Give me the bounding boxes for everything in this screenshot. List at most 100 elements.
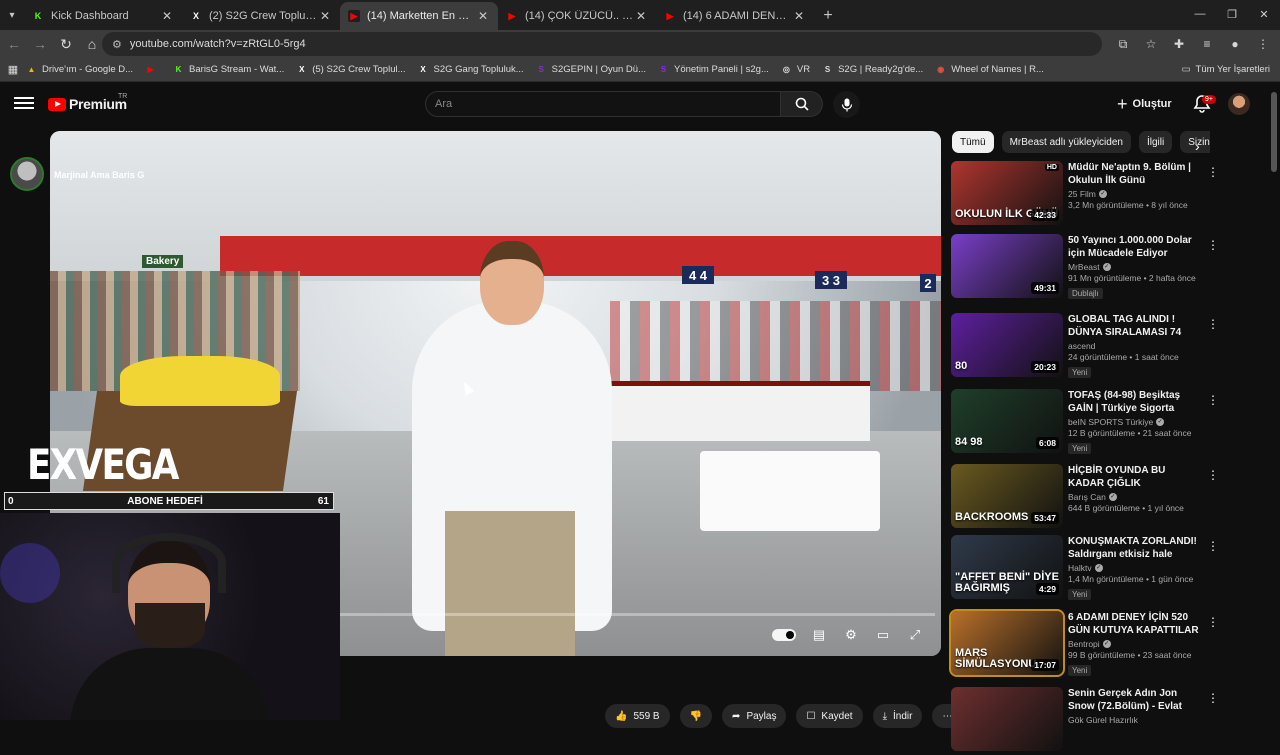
share-button[interactable]: ➦ Paylaş bbox=[722, 704, 787, 728]
bookmark-item[interactable]: S S2GEPIN | Oyun Dü... bbox=[536, 64, 646, 75]
recommendation-item[interactable]: 80 20:23 GLOBAL TAG ALINDI ! DÜNYA SIRALAM… bbox=[951, 313, 1219, 381]
profile-icon[interactable]: ● bbox=[1224, 32, 1246, 56]
voice-search-button[interactable] bbox=[833, 91, 860, 118]
channel-name[interactable]: Halktv bbox=[1068, 563, 1092, 573]
recommendation-thumbnail[interactable] bbox=[951, 687, 1063, 751]
more-options-icon[interactable]: ⋮ bbox=[1207, 393, 1219, 407]
recommendation-title[interactable]: TOFAŞ (84-98) Beşiktaş GAİN | Türkiye Si… bbox=[1068, 389, 1204, 415]
recommendation-title[interactable]: HİÇBİR OYUNDA BU KADAR ÇIĞLIK ATMAMIŞTIM… bbox=[1068, 464, 1204, 490]
download-button[interactable]: ⤓ İndir bbox=[872, 704, 923, 728]
install-app-icon[interactable]: ⧉ bbox=[1112, 32, 1134, 56]
forward-icon[interactable]: → bbox=[28, 32, 52, 56]
recommendation-thumbnail[interactable]: MARS SİMÜLASYONU 17:07 bbox=[949, 609, 1065, 677]
browser-tab[interactable]: K Kick Dashboard ✕ bbox=[24, 2, 182, 30]
page-scrollbar[interactable] bbox=[1271, 92, 1277, 172]
tab-search-icon[interactable]: ▾ bbox=[0, 0, 24, 30]
recommendation-thumbnail[interactable]: "AFFET BENİ" DİYE BAĞIRMIŞ 4:29 bbox=[951, 535, 1063, 599]
recommendation-thumbnail[interactable]: 80 20:23 bbox=[951, 313, 1063, 377]
chips-next-icon[interactable]: › bbox=[1195, 138, 1200, 154]
account-avatar[interactable] bbox=[1228, 93, 1250, 115]
new-tab-icon[interactable]: + bbox=[814, 2, 842, 30]
extensions-icon[interactable]: ✚ bbox=[1168, 32, 1190, 56]
tab-close-icon[interactable]: ✕ bbox=[634, 9, 648, 23]
dislike-button[interactable]: 👎 bbox=[679, 704, 713, 728]
bookmark-item[interactable]: S Yönetim Paneli | s2g... bbox=[658, 64, 769, 75]
bookmark-item[interactable]: ◉ Wheel of Names | R... bbox=[935, 64, 1044, 75]
recommendation-title[interactable]: Müdür Ne'aptın 9. Bölüm | Okulun İlk Gün… bbox=[1068, 161, 1204, 187]
more-options-icon[interactable]: ⋮ bbox=[1207, 468, 1219, 482]
reading-list-icon[interactable]: ≡ bbox=[1196, 32, 1218, 56]
more-options-icon[interactable]: ⋮ bbox=[1207, 615, 1219, 629]
channel-name[interactable]: 25 Film bbox=[1068, 189, 1096, 199]
filter-chip[interactable]: Tümü bbox=[952, 131, 994, 153]
bookmark-item[interactable]: X S2G Gang Topluluk... bbox=[418, 64, 523, 75]
minimize-icon[interactable]: — bbox=[1184, 0, 1216, 28]
recommendation-thumbnail[interactable]: 84 98 6:08 bbox=[951, 389, 1063, 453]
tab-close-icon[interactable]: ✕ bbox=[476, 9, 490, 23]
like-button[interactable]: 👍 559 B bbox=[605, 704, 670, 728]
channel-name[interactable]: Gök Gürel Hazırlık bbox=[1068, 715, 1138, 725]
channel-name[interactable]: MrBeast bbox=[1068, 262, 1100, 272]
browser-tab[interactable]: X (2) S2G Crew Topluluk / X✕ bbox=[182, 2, 340, 30]
browser-tab[interactable]: ▶ (14) 6 ADAMI DENEY İÇİN 520✕ bbox=[656, 2, 814, 30]
recommendation-title[interactable]: 50 Yayıncı 1.000.000 Dolar için Mücadele… bbox=[1068, 234, 1204, 260]
reload-icon[interactable]: ↻ bbox=[54, 32, 78, 56]
search-button[interactable] bbox=[781, 91, 823, 117]
site-info-icon[interactable]: ⚙ bbox=[112, 38, 122, 51]
apps-icon[interactable]: ▦ bbox=[0, 63, 26, 76]
recommendation-thumbnail[interactable]: 49:31 bbox=[951, 234, 1063, 298]
browser-tab[interactable]: ▶ (14) ÇOK ÜZÜCÜ.. Türkiye'de Y✕ bbox=[498, 2, 656, 30]
tab-close-icon[interactable]: ✕ bbox=[160, 9, 174, 23]
youtube-logo[interactable]: Premium TR bbox=[48, 93, 127, 112]
theater-mode-icon[interactable]: ▭ bbox=[874, 626, 892, 644]
recommendation-item[interactable]: OKULUN İLK GÜNÜ HD 42:33 Müdür Ne'aptın 9. … bbox=[951, 161, 1219, 229]
back-icon[interactable]: ← bbox=[2, 32, 26, 56]
recommendation-item[interactable]: 84 98 6:08 TOFAŞ (84-98) Beşiktaş GAİN | T… bbox=[951, 389, 1219, 457]
recommendation-item[interactable]: "AFFET BENİ" DİYE BAĞIRMIŞ 4:29 KONUŞMAKTA… bbox=[951, 535, 1219, 603]
recommendation-title[interactable]: KONUŞMAKTA ZORLANDI! Saldırganı etkisiz … bbox=[1068, 535, 1204, 561]
recommendation-title[interactable]: 6 ADAMI DENEY İÇİN 520 GÜN KUTUYA KAPATT… bbox=[1068, 611, 1204, 637]
address-bar[interactable]: ⚙ youtube.com/watch?v=zRtGL0-5rg4 bbox=[102, 32, 1102, 56]
recommendation-title[interactable]: Senin Gerçek Adın Jon Snow (72.Bölüm) - … bbox=[1068, 687, 1204, 713]
channel-name[interactable]: beIN SPORTS Türkiye bbox=[1068, 417, 1153, 427]
more-options-icon[interactable]: ⋮ bbox=[1207, 238, 1219, 252]
tab-close-icon[interactable]: ✕ bbox=[318, 9, 332, 23]
recommendation-thumbnail[interactable]: OKULUN İLK GÜNÜ HD 42:33 bbox=[951, 161, 1063, 225]
create-button[interactable]: + Oluştur bbox=[1117, 92, 1172, 116]
restore-icon[interactable]: ❐ bbox=[1216, 0, 1248, 28]
home-icon[interactable]: ⌂ bbox=[80, 32, 104, 56]
bookmark-item[interactable]: ▶ bbox=[145, 64, 161, 75]
settings-gear-icon[interactable]: ⚙ bbox=[842, 626, 860, 644]
bookmark-item[interactable]: ▲ Drive'ım - Google D... bbox=[26, 64, 134, 75]
recommendation-item[interactable]: MARS SİMÜLASYONU 17:07 6 ADAMI DENEY İÇİN … bbox=[949, 609, 1219, 679]
bookmark-item[interactable]: ◎ VR bbox=[781, 64, 810, 75]
save-button[interactable]: ☐ Kaydet bbox=[796, 704, 863, 728]
close-window-icon[interactable]: ✕ bbox=[1248, 0, 1280, 28]
recommendation-title[interactable]: GLOBAL TAG ALINDI ! DÜNYA SIRALAMASI 74 … bbox=[1068, 313, 1204, 339]
recommendation-item[interactable]: Senin Gerçek Adın Jon Snow (72.Bölüm) - … bbox=[951, 687, 1219, 755]
autoplay-toggle[interactable] bbox=[772, 629, 796, 641]
more-options-icon[interactable]: ⋮ bbox=[1207, 317, 1219, 331]
recommendation-item[interactable]: 49:31 50 Yayıncı 1.000.000 Dolar için Müc… bbox=[951, 234, 1219, 302]
recommendation-item[interactable]: BACKROOMS 53:47 HİÇBİR OYUNDA BU KADAR ÇIĞ… bbox=[951, 464, 1219, 532]
bookmark-star-icon[interactable]: ☆ bbox=[1140, 32, 1162, 56]
bookmark-item[interactable]: K BarisG Stream - Wat... bbox=[173, 64, 285, 75]
bookmark-item[interactable]: X (5) S2G Crew Toplul... bbox=[296, 64, 405, 75]
channel-name[interactable]: ascend bbox=[1068, 341, 1095, 351]
bookmark-item[interactable]: S S2G | Ready2g'de... bbox=[822, 64, 923, 75]
tab-close-icon[interactable]: ✕ bbox=[792, 9, 806, 23]
browser-menu-icon[interactable]: ⋮ bbox=[1252, 32, 1274, 56]
more-options-icon[interactable]: ⋮ bbox=[1207, 165, 1219, 179]
subtitles-icon[interactable]: ▤ bbox=[810, 626, 828, 644]
more-options-icon[interactable]: ⋮ bbox=[1207, 539, 1219, 553]
recommendation-thumbnail[interactable]: BACKROOMS 53:47 bbox=[951, 464, 1063, 528]
fullscreen-icon[interactable]: ⤢ bbox=[906, 626, 924, 644]
filter-chip[interactable]: MrBeast adlı yükleyiciden bbox=[1001, 131, 1131, 153]
video-progress-bar[interactable] bbox=[340, 613, 935, 616]
search-input[interactable]: Ara bbox=[425, 91, 781, 117]
all-bookmarks[interactable]: ▭ Tüm Yer İşaretleri bbox=[1182, 64, 1270, 75]
browser-tab[interactable]: ▶ (14) Marketten En Son Çıkan 2✕ bbox=[340, 2, 498, 30]
menu-icon[interactable] bbox=[14, 94, 34, 114]
channel-name[interactable]: Bentropi bbox=[1068, 639, 1100, 649]
more-options-icon[interactable]: ⋮ bbox=[1207, 691, 1219, 705]
